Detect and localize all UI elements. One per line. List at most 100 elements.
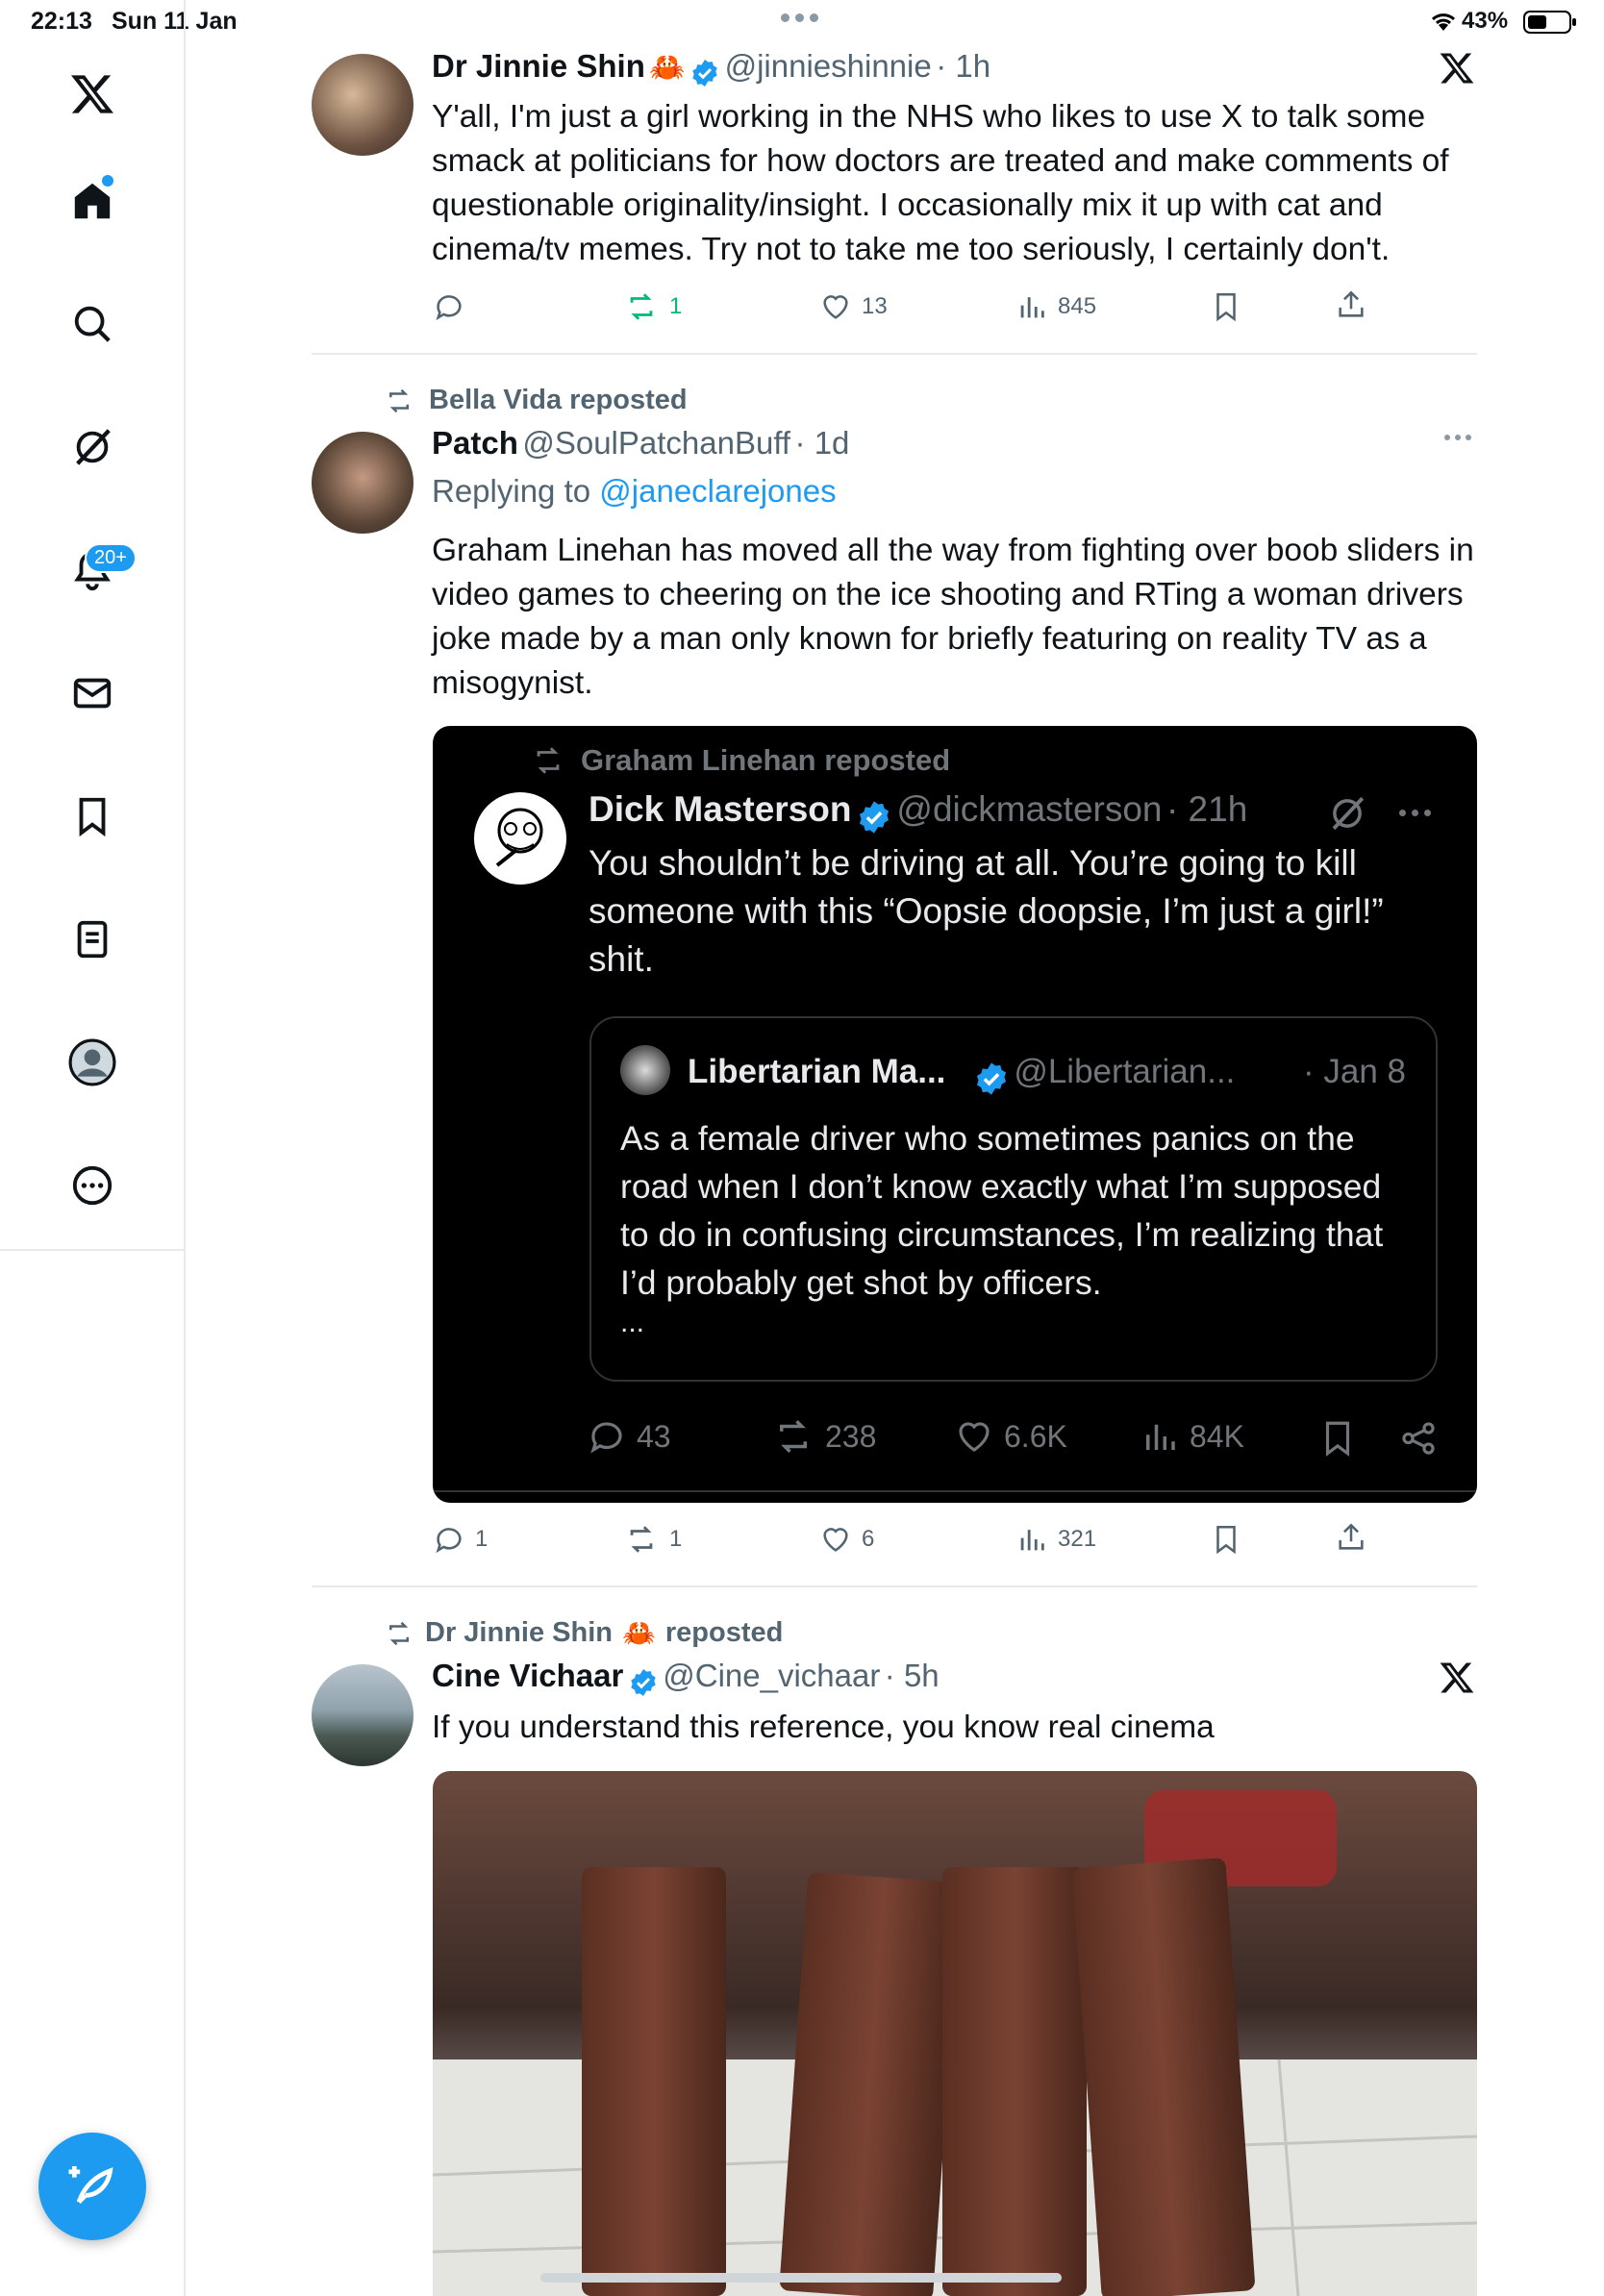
- tweet-photo[interactable]: [433, 1771, 1477, 2296]
- tweet-time[interactable]: · 1h: [936, 48, 990, 84]
- embed-header: Dick Masterson @dickmasterson · 21h: [589, 789, 1247, 836]
- tweet-divider: [312, 353, 1477, 355]
- author-name[interactable]: Dr Jinnie Shin: [432, 48, 645, 84]
- sidebar-divider: [0, 1249, 186, 1251]
- replying-to-link[interactable]: @janeclarejones: [599, 473, 836, 509]
- crab-emoji-icon: 🦀: [649, 52, 686, 84]
- share-button[interactable]: [1335, 288, 1367, 321]
- reply-icon: [590, 1422, 622, 1454]
- tweet-header: Dr Jinnie Shin 🦀 @jinnieshinnie · 1h: [432, 48, 990, 88]
- repost-button[interactable]: 1: [623, 290, 682, 323]
- views-button[interactable]: 321: [1015, 1523, 1096, 1556]
- author-handle[interactable]: @SoulPatchanBuff: [522, 425, 790, 461]
- battery-percent: 43%: [1462, 8, 1509, 34]
- sidebar: 20+: [0, 0, 186, 2296]
- home-icon[interactable]: [62, 170, 123, 232]
- wifi-icon: [1429, 10, 1458, 37]
- avatar[interactable]: [312, 432, 414, 534]
- embed-reply-stat: 43: [587, 1416, 671, 1457]
- embed-bottom-border: [433, 1490, 1477, 1492]
- quote-ellipsis: ...: [620, 1307, 645, 1338]
- grok-icon[interactable]: [62, 416, 123, 478]
- repost-button[interactable]: 1: [623, 1523, 682, 1556]
- search-icon[interactable]: [62, 293, 123, 355]
- quote-header: Libertarian Ma... @Libertarian...: [688, 1053, 1235, 1097]
- reply-button[interactable]: 1: [433, 1523, 488, 1556]
- tweet-time[interactable]: · 5h: [885, 1658, 940, 1693]
- embed-like-count: 6.6K: [1004, 1418, 1067, 1454]
- more-menu-icon[interactable]: [1444, 435, 1471, 440]
- views-icon: [1146, 1424, 1175, 1450]
- like-icon: [959, 1422, 990, 1452]
- embedded-screenshot[interactable]: Graham Linehan reposted Dick Masterson @…: [433, 726, 1477, 1503]
- embed-repost-label: Graham Linehan reposted: [581, 743, 951, 777]
- repost-context: Bella Vida reposted: [383, 385, 688, 416]
- avatar[interactable]: [312, 54, 414, 156]
- quote-avatar: [620, 1045, 670, 1095]
- like-button[interactable]: 6: [819, 1523, 874, 1556]
- tweet-header: Cine Vichaar @Cine_vichaar · 5h: [432, 1658, 940, 1698]
- like-count: 6: [862, 1526, 875, 1552]
- repost-count: 1: [669, 293, 683, 319]
- like-button[interactable]: 13: [819, 290, 888, 323]
- home-indicator[interactable]: [540, 2273, 1062, 2283]
- repost-icon: [389, 1621, 409, 1645]
- repost-context: Dr Jinnie Shin 🦀 reposted: [383, 1617, 783, 1649]
- repost-icon: [780, 1420, 807, 1453]
- x-source-icon[interactable]: [1439, 1660, 1475, 1701]
- lists-icon[interactable]: [62, 909, 123, 970]
- embed-repost-count: 238: [825, 1418, 877, 1454]
- embed-text: You shouldn’t be driving at all. You’re …: [589, 843, 1384, 979]
- more-options-icon[interactable]: [62, 1155, 123, 1216]
- repost-label-name[interactable]: Dr Jinnie Shin: [425, 1617, 613, 1649]
- profile-avatar-icon[interactable]: [62, 1032, 123, 1093]
- embed-like-stat: 6.6K: [954, 1416, 1067, 1457]
- verified-badge-icon: [631, 1668, 656, 1696]
- author-handle[interactable]: @Cine_vichaar: [663, 1658, 880, 1693]
- bookmarks-icon[interactable]: [62, 786, 123, 847]
- embed-avatar: [471, 789, 569, 887]
- reply-count: 1: [475, 1526, 489, 1552]
- x-source-icon[interactable]: [1439, 50, 1475, 91]
- x-logo-icon[interactable]: [62, 63, 123, 125]
- embed-views-count: 84K: [1190, 1418, 1244, 1454]
- crab-emoji-icon: 🦀: [621, 1618, 656, 1648]
- like-count: 13: [862, 293, 888, 319]
- author-name[interactable]: Cine Vichaar: [432, 1658, 623, 1693]
- reply-button[interactable]: [433, 290, 465, 323]
- quoted-tweet: Libertarian Ma... @Libertarian... · Jan …: [589, 1016, 1438, 1382]
- replying-to: Replying to @janeclarejones: [432, 473, 837, 510]
- quote-text: As a female driver who sometimes panics …: [620, 1119, 1384, 1302]
- battery-icon: [1523, 10, 1577, 39]
- tweet-text: Graham Linehan has moved all the way fro…: [432, 533, 1474, 701]
- repost-count: 1: [669, 1526, 683, 1552]
- messages-envelope-icon[interactable]: [62, 662, 123, 724]
- embed-repost-stat: 238: [771, 1416, 876, 1457]
- author-handle[interactable]: @jinnieshinnie: [725, 48, 932, 84]
- verified-badge-icon: [692, 59, 717, 87]
- quote-author-handle: @Libertarian...: [1014, 1053, 1236, 1090]
- status-bar: 22:13 Sun 11 Jan 43%: [0, 0, 1604, 46]
- notifications-badge: 20+: [85, 543, 137, 573]
- compose-post-button[interactable]: [38, 2133, 146, 2240]
- repost-label-suffix: reposted: [664, 1617, 784, 1648]
- tweet-time[interactable]: · 1d: [795, 425, 850, 461]
- verified-badge-icon: [859, 801, 889, 834]
- multitasking-dots-icon[interactable]: [781, 13, 818, 22]
- verified-badge-icon: [976, 1062, 1006, 1095]
- repost-label[interactable]: Bella Vida reposted: [429, 385, 688, 416]
- bookmark-button[interactable]: [1210, 1523, 1242, 1556]
- embed-more-icon: [1399, 810, 1431, 816]
- author-name[interactable]: Patch: [432, 425, 518, 461]
- tweet-text: If you understand this reference, you kn…: [432, 1710, 1215, 1745]
- embed-reply-count: 43: [637, 1418, 671, 1454]
- avatar[interactable]: [312, 1664, 414, 1766]
- tweet-divider: [312, 1585, 1477, 1587]
- share-button[interactable]: [1335, 1521, 1367, 1554]
- views-button[interactable]: 845: [1015, 290, 1096, 323]
- views-count: 845: [1058, 293, 1097, 319]
- quote-author-name: Libertarian Ma...: [688, 1053, 946, 1090]
- embed-views-stat: 84K: [1140, 1416, 1244, 1457]
- bookmark-button[interactable]: [1210, 290, 1242, 323]
- repost-icon: [537, 747, 560, 774]
